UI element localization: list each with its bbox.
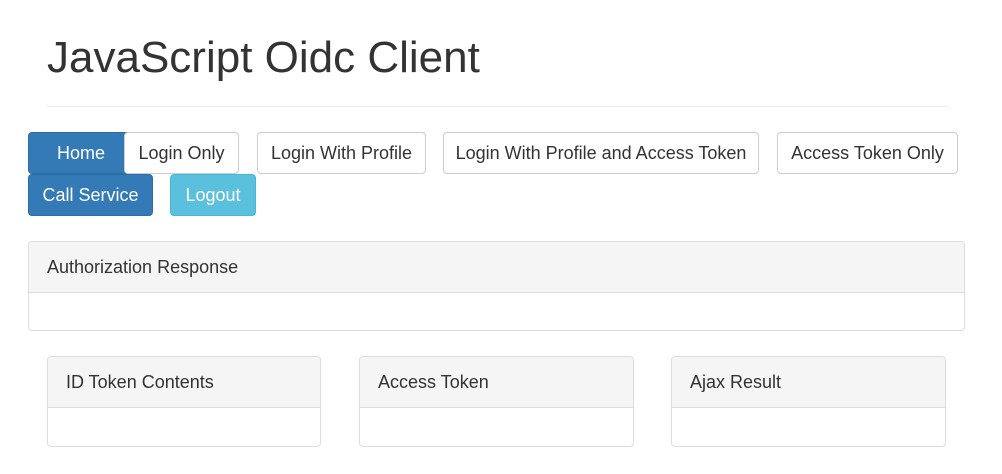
access-token-only-button[interactable]: Access Token Only: [777, 132, 958, 174]
ajax-result-heading: Ajax Result: [672, 357, 945, 408]
authorization-response-body: [29, 293, 964, 321]
access-token-heading: Access Token: [360, 357, 633, 408]
ajax-result-panel: Ajax Result: [671, 356, 946, 447]
call-service-button[interactable]: Call Service: [28, 174, 153, 216]
id-token-body: [48, 408, 320, 436]
logout-button[interactable]: Logout: [170, 174, 256, 216]
page-title: JavaScript Oidc Client: [47, 33, 480, 82]
access-token-panel: Access Token: [359, 356, 634, 447]
login-only-button[interactable]: Login Only: [124, 132, 239, 174]
id-token-panel: ID Token Contents: [47, 356, 321, 447]
ajax-result-body: [672, 408, 945, 436]
access-token-body: [360, 408, 633, 436]
header-divider: [47, 106, 948, 107]
id-token-heading: ID Token Contents: [48, 357, 320, 408]
login-with-profile-button[interactable]: Login With Profile: [257, 132, 426, 174]
authorization-response-panel: Authorization Response: [28, 241, 965, 331]
login-with-profile-and-access-token-button[interactable]: Login With Profile and Access Token: [443, 132, 759, 174]
home-button[interactable]: Home: [28, 132, 134, 174]
authorization-response-heading: Authorization Response: [29, 242, 964, 293]
